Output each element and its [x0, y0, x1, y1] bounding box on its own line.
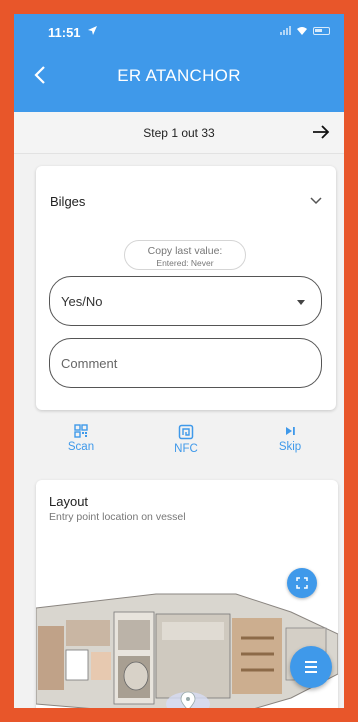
item-title: Bilges — [50, 194, 86, 209]
layout-subtitle: Entry point location on vessel — [49, 511, 186, 523]
step-counter: Step 1 out 33 — [143, 126, 215, 140]
chevron-down-icon[interactable] — [310, 197, 322, 205]
status-indicators — [280, 26, 330, 35]
nfc-button[interactable]: NFC — [156, 424, 216, 455]
battery-icon — [313, 26, 330, 35]
skip-icon — [286, 427, 295, 435]
app-header: 11:51 ER ATANCHOR — [14, 14, 344, 112]
nfc-label: NFC — [174, 443, 198, 455]
hamburger-menu-icon — [305, 661, 317, 673]
dropdown-arrow-icon — [297, 300, 305, 305]
select-value: Yes/No — [61, 294, 103, 309]
yes-no-select[interactable]: Yes/No — [49, 276, 322, 326]
layout-title: Layout — [49, 494, 89, 509]
nfc-icon — [178, 424, 194, 440]
menu-button[interactable] — [290, 646, 332, 688]
scan-button[interactable]: Scan — [51, 424, 111, 453]
fullscreen-icon — [296, 577, 308, 589]
status-time: 11:51 — [48, 25, 81, 40]
step-navigation: Step 1 out 33 — [14, 112, 344, 154]
copy-last-value-label: Copy last value: — [147, 245, 223, 257]
location-arrow-icon — [87, 24, 98, 39]
fullscreen-button[interactable] — [287, 568, 317, 598]
comment-field[interactable]: Comment — [49, 338, 322, 388]
wifi-icon — [297, 27, 307, 35]
skip-label: Skip — [278, 441, 302, 453]
scan-label: Scan — [67, 441, 95, 453]
phone-screen: 11:51 ER ATANCHOR Step 1 out 33 Bilges C… — [14, 14, 344, 708]
action-bar: Scan NFC Skip — [36, 424, 336, 464]
qr-code-icon — [74, 424, 88, 438]
next-step-arrow-icon[interactable] — [312, 124, 330, 140]
last-entered-text: Entered: Never — [156, 258, 214, 268]
comment-placeholder: Comment — [61, 356, 118, 371]
page-title: ER ATANCHOR — [117, 66, 241, 85]
copy-last-value-button[interactable]: Copy last value: Entered: Never — [124, 240, 246, 270]
checklist-item-card: Bilges Copy last value: Entered: Never Y… — [36, 166, 336, 410]
skip-button[interactable]: Skip — [260, 424, 320, 453]
signal-icon — [280, 26, 291, 35]
